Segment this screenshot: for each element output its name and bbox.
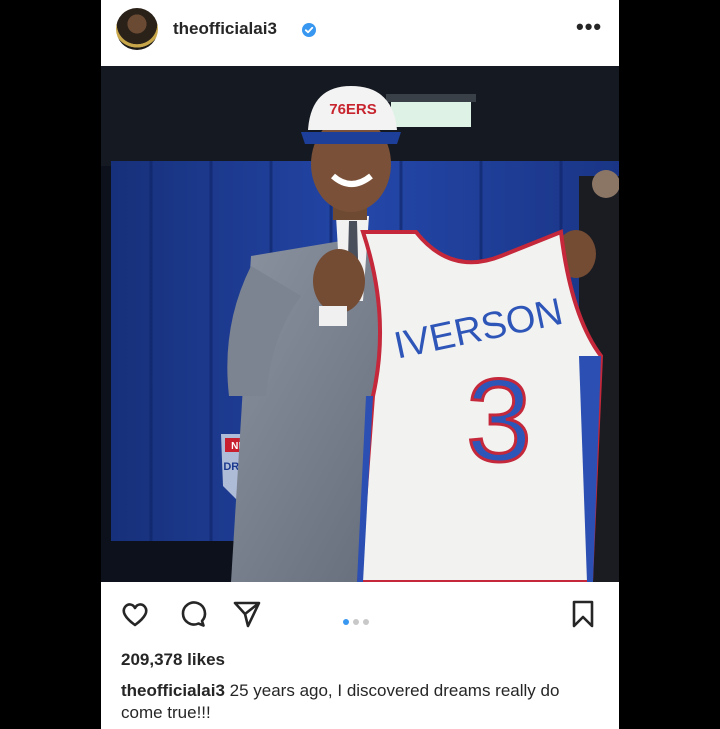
heart-icon[interactable] (119, 598, 151, 630)
more-options-icon[interactable]: ••• (576, 14, 602, 40)
verified-badge-icon (302, 23, 316, 37)
post-actions (101, 582, 619, 642)
post-photo[interactable]: NBA DRAFT 76ERS (101, 66, 619, 582)
hat-logo-text: 76ERS (329, 101, 377, 118)
likes-count[interactable]: 209,378 likes (121, 650, 225, 670)
username-link[interactable]: theofficialai3 (173, 19, 277, 39)
instagram-post: theofficialai3 ••• 76ERS IVERSON 3 209,3… (101, 0, 619, 729)
carousel-dot (363, 619, 369, 625)
comment-icon[interactable] (176, 598, 208, 630)
share-icon[interactable] (231, 598, 263, 630)
carousel-dot (343, 619, 349, 625)
post-header: theofficialai3 ••• (101, 0, 619, 66)
post-caption: theofficialai3 25 years ago, I discovere… (121, 680, 591, 724)
bookmark-icon[interactable] (567, 598, 599, 630)
carousel-indicator (343, 612, 373, 630)
profile-avatar[interactable] (116, 8, 158, 50)
carousel-dot (353, 619, 359, 625)
jersey-number: 3 (466, 355, 532, 487)
draft-photo-illustration: NBA DRAFT 76ERS (101, 66, 619, 582)
caption-username[interactable]: theofficialai3 (121, 681, 225, 700)
